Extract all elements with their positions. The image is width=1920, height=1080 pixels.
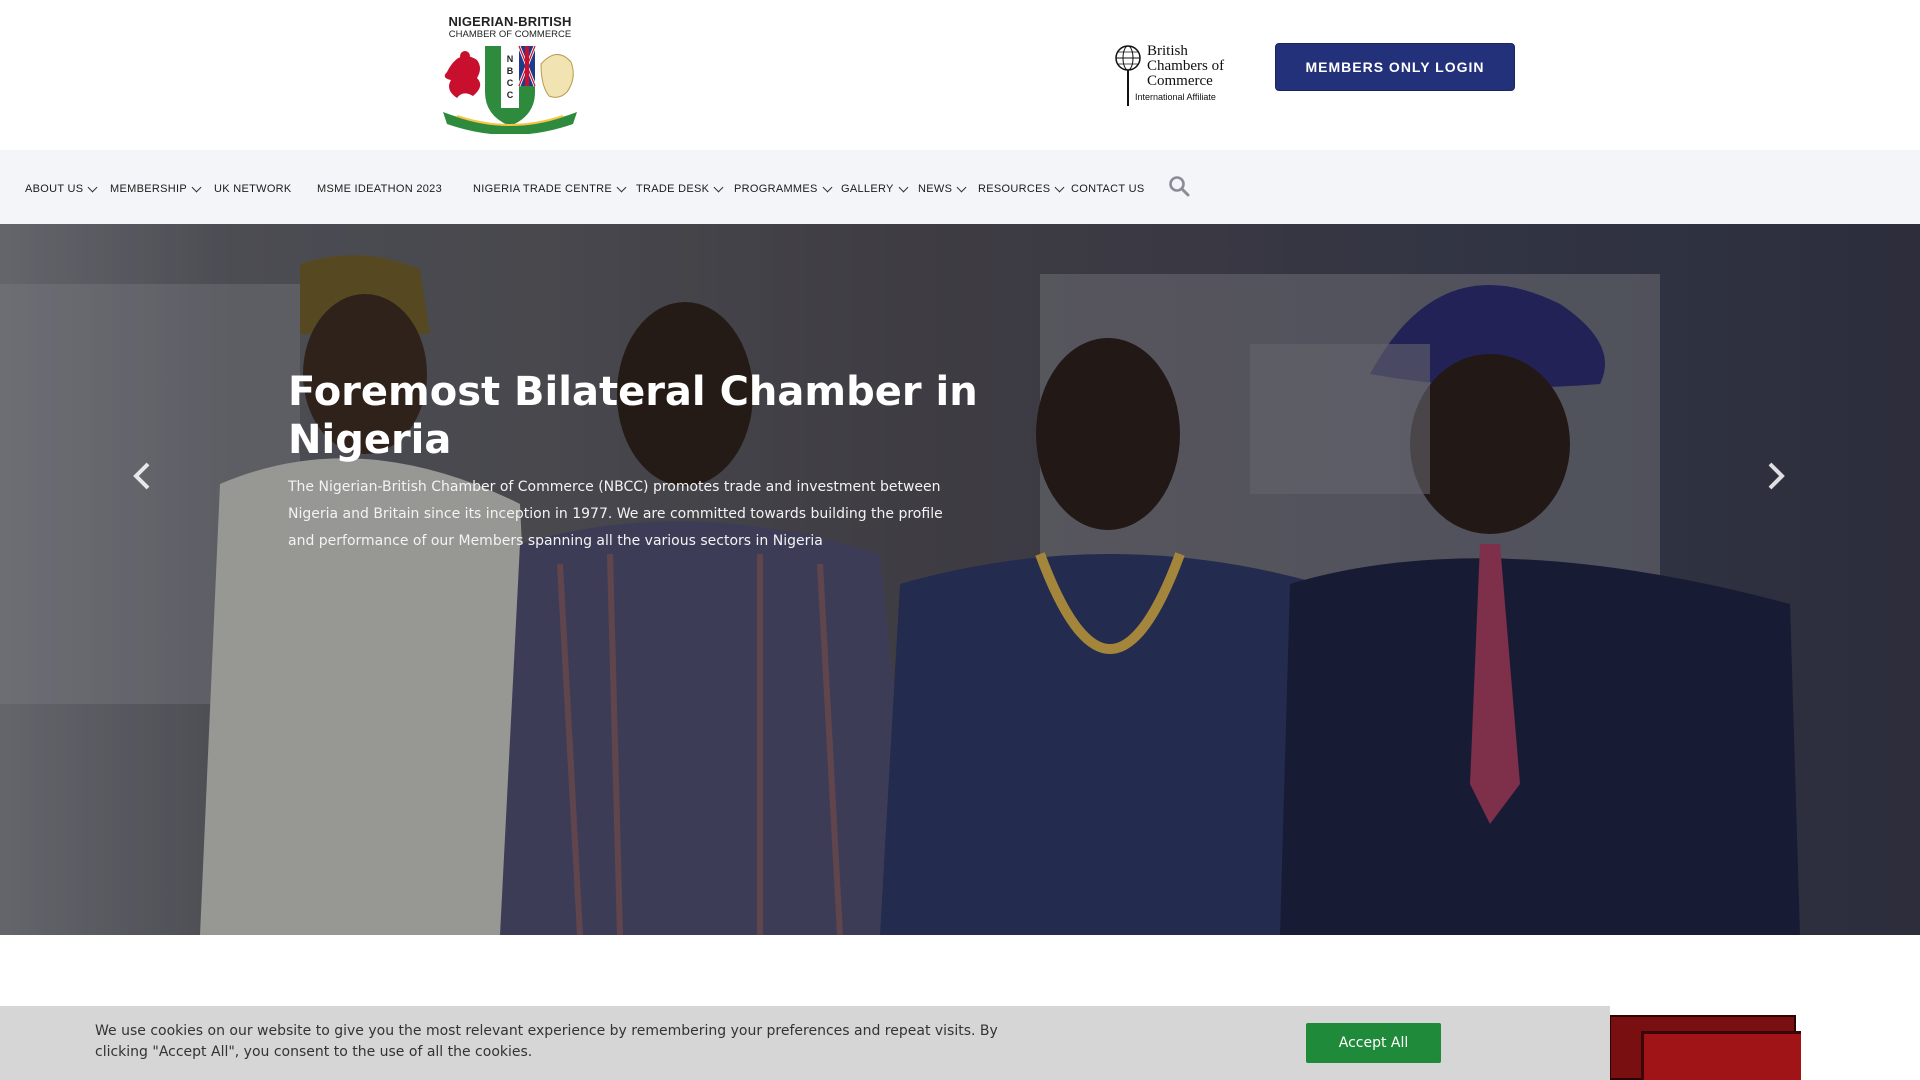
nav-item-resources[interactable]: RESOURCES <box>978 182 1065 196</box>
hero-overlay <box>0 224 1920 935</box>
nav-item-nigeria-trade-centre[interactable]: NIGERIA TRADE CENTRE <box>473 182 627 196</box>
nbcc-logo[interactable]: NIGERIAN-BRITISH CHAMBER OF COMMERCE N B… <box>437 14 583 136</box>
chevron-down-icon <box>822 182 833 192</box>
nav-item-news[interactable]: NEWS <box>918 182 967 196</box>
chevron-down-icon <box>898 182 909 192</box>
members-login-button[interactable]: MEMBERS ONLY LOGIN <box>1275 43 1515 91</box>
affiliate-name: British Chambers of Commerce <box>1147 43 1225 89</box>
nav-item-uk-network[interactable]: UK NETWORK <box>214 182 292 196</box>
nav-item-gallery[interactable]: GALLERY <box>841 182 909 196</box>
chevron-down-icon <box>191 182 202 192</box>
cookie-message: We use cookies on our website to give yo… <box>95 1023 998 1060</box>
logo-title: NIGERIAN-BRITISH <box>448 14 572 29</box>
hero-carousel: Foremost Bilateral Chamber in Nigeria Th… <box>0 224 1920 935</box>
hero-description: The Nigerian-British Chamber of Commerce… <box>288 479 943 549</box>
search-icon[interactable] <box>1168 175 1190 197</box>
svg-text:N: N <box>507 54 514 64</box>
affiliate-tagline: International Affiliate <box>1135 92 1216 102</box>
chevron-down-icon <box>87 182 98 192</box>
svg-text:C: C <box>507 90 514 100</box>
chevron-down-icon <box>616 182 627 192</box>
chevron-left-icon[interactable] <box>128 456 158 496</box>
site-header: NIGERIAN-BRITISH CHAMBER OF COMMERCE N B… <box>0 0 1920 150</box>
chevron-right-icon[interactable] <box>1760 456 1790 496</box>
logo-subtitle: CHAMBER OF COMMERCE <box>448 29 572 40</box>
chevron-down-icon <box>956 182 967 192</box>
svg-text:C: C <box>507 78 514 88</box>
nav-item-programmes[interactable]: PROGRAMMES <box>734 182 833 196</box>
content-image <box>1609 1015 1801 1080</box>
accept-all-button[interactable]: Accept All <box>1306 1023 1441 1063</box>
content-image-frame <box>1641 1031 1801 1080</box>
nbcc-crest-icon: N B C C <box>443 45 577 134</box>
nav-item-membership[interactable]: MEMBERSHIP <box>110 182 202 196</box>
chevron-down-icon <box>713 182 724 192</box>
hero-title: Foremost Bilateral Chamber in Nigeria <box>288 369 978 463</box>
nav-item-trade-desk[interactable]: TRADE DESK <box>636 182 724 196</box>
svg-text:B: B <box>507 66 514 76</box>
british-chambers-affiliate-logo[interactable]: British Chambers of Commerce Internation… <box>1114 42 1234 108</box>
nav-item-msme-ideathon[interactable]: MSME IDEATHON 2023 <box>317 182 442 196</box>
nav-item-about-us[interactable]: ABOUT US <box>25 182 98 196</box>
nav-item-contact-us[interactable]: CONTACT US <box>1071 182 1145 196</box>
chevron-down-icon <box>1054 182 1065 192</box>
cookie-banner: We use cookies on our website to give yo… <box>0 1006 1610 1080</box>
